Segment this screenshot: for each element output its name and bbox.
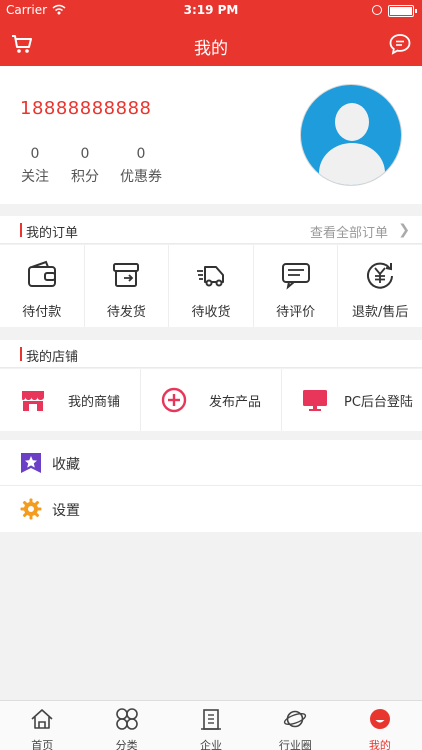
settings-list: 收藏 设置 xyxy=(0,440,422,532)
truck-icon xyxy=(196,266,224,287)
store-icon xyxy=(22,391,44,411)
favorites-row[interactable]: 收藏 xyxy=(0,440,422,486)
order-pending-payment[interactable]: 待付款 xyxy=(0,245,85,327)
stat-label: 积分 xyxy=(71,169,99,185)
order-status-grid: 待付款 待发货 待收货 待评价 退款/售后 xyxy=(0,245,422,327)
profile-icon xyxy=(369,709,390,729)
planet-icon xyxy=(284,710,307,728)
box-icon xyxy=(113,263,140,287)
avatar-body xyxy=(319,143,385,185)
stat-coupons[interactable]: 0 优惠券 xyxy=(111,146,171,186)
user-phone[interactable]: 18888888888 xyxy=(20,98,151,119)
clock: 3:19 PM xyxy=(183,3,239,17)
profile-card: 18888888888 0 关注 0 积分 0 优惠券 xyxy=(0,66,422,204)
settings-row[interactable]: 设置 xyxy=(0,486,422,532)
settings-label: 设置 xyxy=(52,503,80,519)
page-title: 我的 xyxy=(194,39,228,59)
stat-points[interactable]: 0 积分 xyxy=(55,146,115,186)
tab-home[interactable]: 首页 xyxy=(0,701,84,750)
order-label: 待付款 xyxy=(22,305,62,320)
plus-circle-icon xyxy=(161,387,187,413)
tab-label: 首页 xyxy=(31,739,54,750)
tab-label: 行业圈 xyxy=(278,739,312,750)
wallet-icon xyxy=(27,260,56,287)
order-label: 退款/售后 xyxy=(351,305,409,320)
tab-category[interactable]: 分类 xyxy=(84,701,168,750)
message-icon[interactable] xyxy=(388,32,412,56)
my-store-button[interactable]: 我的商铺 xyxy=(0,369,141,431)
stat-label: 优惠券 xyxy=(120,169,162,185)
tab-enterprise[interactable]: 企业 xyxy=(169,701,253,750)
building-icon xyxy=(201,709,222,730)
gear-icon xyxy=(20,498,42,520)
tab-label: 企业 xyxy=(200,739,223,750)
battery-icon xyxy=(388,5,417,17)
order-refund-aftersales[interactable]: 退款/售后 xyxy=(338,245,422,327)
comment-icon xyxy=(281,263,310,290)
avatar[interactable] xyxy=(300,84,402,186)
nav-bar: 我的 xyxy=(0,22,422,66)
section-accent-bar xyxy=(20,347,22,361)
section-accent-bar xyxy=(20,223,22,237)
category-icon xyxy=(115,708,138,730)
rotation-lock-icon xyxy=(372,5,382,15)
avatar-head xyxy=(335,103,369,141)
orders-header: 我的订单 查看全部订单 ❯ xyxy=(0,216,422,244)
shop-header: 我的店铺 xyxy=(0,340,422,368)
tab-label: 分类 xyxy=(115,739,138,750)
orders-title: 我的订单 xyxy=(26,226,79,241)
tab-label: 我的 xyxy=(368,739,391,750)
monitor-icon xyxy=(303,390,327,411)
view-all-orders-link[interactable]: 查看全部订单 xyxy=(310,222,388,241)
order-label: 待发货 xyxy=(106,305,146,320)
order-pending-receipt[interactable]: 待收货 xyxy=(169,245,254,327)
shop-actions: 我的商铺 发布产品 PC后台登陆 xyxy=(0,369,422,431)
order-pending-shipment[interactable]: 待发货 xyxy=(85,245,170,327)
pc-admin-login-button[interactable]: PC后台登陆 xyxy=(282,369,422,431)
order-pending-review[interactable]: 待评价 xyxy=(254,245,339,327)
shop-title: 我的店铺 xyxy=(26,350,79,365)
star-icon xyxy=(21,453,41,473)
order-label: 待收货 xyxy=(191,305,231,320)
refund-icon xyxy=(367,262,394,289)
favorites-label: 收藏 xyxy=(52,457,80,473)
home-icon xyxy=(31,709,53,729)
tab-industry-circle[interactable]: 行业圈 xyxy=(253,701,337,750)
stat-label: 关注 xyxy=(21,169,49,185)
stat-value: 0 xyxy=(80,146,90,162)
shop-item-label: 我的商铺 xyxy=(68,395,121,410)
order-label: 待评价 xyxy=(276,305,316,320)
shop-item-label: PC后台登陆 xyxy=(344,395,413,410)
tab-bar: 首页 分类 企业 行业圈 我的 xyxy=(0,700,422,750)
chevron-right-icon[interactable]: ❯ xyxy=(398,222,410,238)
status-bar: Carrier 3:19 PM xyxy=(0,0,422,22)
shop-item-label: 发布产品 xyxy=(209,395,262,410)
stat-value: 0 xyxy=(136,146,146,162)
publish-product-button[interactable]: 发布产品 xyxy=(141,369,282,431)
tab-mine[interactable]: 我的 xyxy=(338,701,422,750)
